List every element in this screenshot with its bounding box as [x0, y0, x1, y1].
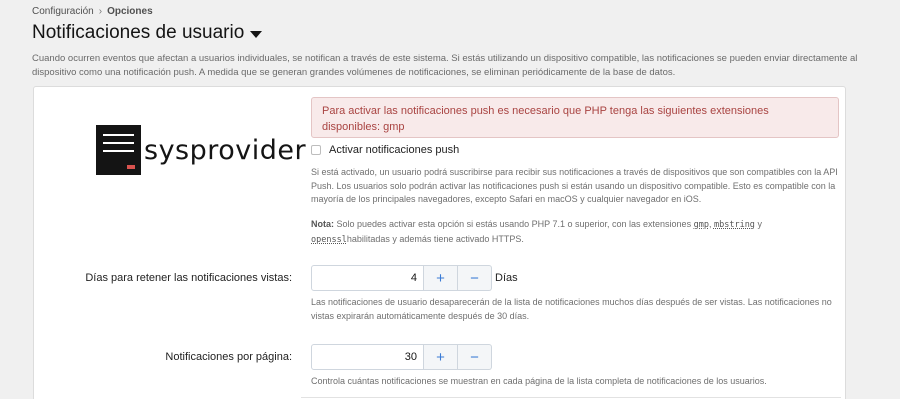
note-end: habilitadas y además tiene activado HTTP…: [346, 233, 524, 244]
retain-days-help: Las notificaciones de usuario desaparece…: [311, 297, 832, 321]
caret-down-icon[interactable]: [250, 30, 263, 38]
divider: [301, 397, 841, 398]
ext-separator: ,: [708, 219, 712, 229]
per-page-input[interactable]: 30: [311, 344, 424, 370]
per-page-stepper: 30 + −: [311, 344, 492, 370]
note-text: Solo puedes activar esta opción si estás…: [336, 219, 692, 229]
page-title-text: Notificaciones de usuario: [32, 22, 245, 43]
push-note: Nota: Solo puedes activar esta opción si…: [311, 218, 841, 247]
plus-icon[interactable]: +: [424, 265, 458, 291]
breadcrumb-current[interactable]: Opciones: [107, 6, 153, 17]
page-title[interactable]: Notificaciones de usuario: [32, 22, 263, 44]
ext-gmp: gmp: [693, 220, 709, 230]
per-page-help: Controla cuántas notificaciones se muest…: [311, 376, 767, 386]
plus-icon[interactable]: +: [424, 344, 458, 370]
retain-days-label: Días para retener las notificaciones vis…: [85, 272, 292, 284]
push-checkbox-label[interactable]: Activar notificaciones push: [329, 144, 459, 156]
breadcrumb-root-link[interactable]: Configuración: [32, 6, 94, 17]
chevron-right-icon: ›: [98, 6, 103, 17]
push-extension-alert: Para activar las notificaciones push es …: [311, 97, 839, 138]
minus-icon[interactable]: −: [458, 265, 492, 291]
page-description: Cuando ocurren eventos que afectan a usu…: [32, 53, 858, 78]
push-toggle-row[interactable]: Activar notificaciones push: [311, 144, 459, 156]
retain-days-stepper: 4 + −: [311, 265, 492, 291]
note-label: Nota:: [311, 219, 334, 229]
retain-days-unit: Días: [495, 272, 518, 284]
push-help-text: Si está activado, un usuario podrá suscr…: [311, 167, 838, 204]
logo-text: sysprovider: [144, 134, 307, 166]
sysprovider-logo: sysprovider: [96, 125, 306, 175]
push-checkbox[interactable]: [311, 145, 321, 155]
logo-mark-icon: [96, 125, 141, 175]
ext-mbstring: mbstring: [713, 220, 755, 230]
breadcrumb: Configuración › Opciones: [32, 6, 153, 17]
settings-panel: sysprovider Para activar las notificacio…: [33, 86, 846, 399]
per-page-label: Notificaciones por página:: [165, 351, 292, 363]
ext-openssl: openssl: [311, 234, 347, 245]
ext-and: y: [757, 219, 762, 229]
minus-icon[interactable]: −: [458, 344, 492, 370]
retain-days-input[interactable]: 4: [311, 265, 424, 291]
